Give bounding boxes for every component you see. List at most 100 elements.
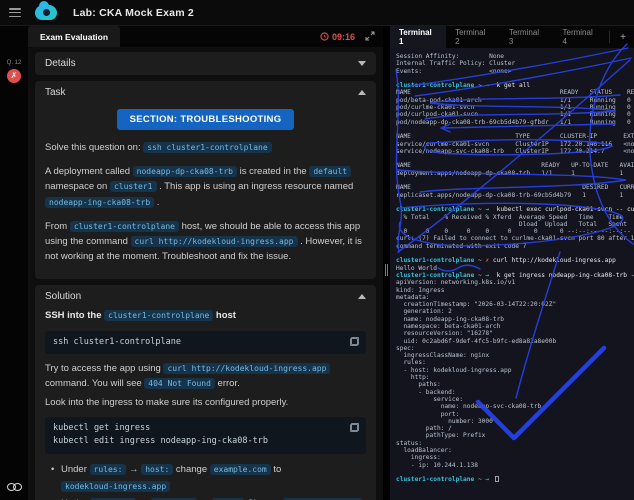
tab-separator <box>609 31 610 43</box>
chevron-down-icon[interactable] <box>358 61 366 66</box>
terminal-line <box>396 469 634 476</box>
tab-terminal-4[interactable]: Terminal 4 <box>554 26 608 48</box>
terminal-line <box>396 126 634 133</box>
task-card: Task SECTION: TROUBLESHOOTING Solve this… <box>35 81 376 279</box>
solution-card: Solution SSH into the cluster1-controlpl… <box>35 285 376 500</box>
terminal-line: Dload Upload Total Spent Left Speed <box>396 221 634 228</box>
tab-exam-evaluation[interactable]: Exam Evaluation <box>28 26 120 47</box>
section-troubleshooting-button[interactable]: SECTION: TROUBLESHOOTING <box>117 109 295 130</box>
terminal-output[interactable]: Session Affinity: NoneInternal Traffic P… <box>390 48 634 500</box>
terminal-line: % Total % Received % Xferd Average Speed… <box>396 214 634 221</box>
terminal-line: ingress: <box>396 454 634 461</box>
terminal-line: NAME TYPE CLUSTER-IP EXTERNAL-IP PO <box>396 133 634 140</box>
solution-bullet: Under backend: → service: → name: Change… <box>51 495 366 500</box>
divider-handle-icon <box>384 262 389 278</box>
terminal-line: pod/nodeapp-dp-cka08-trb-69cb5d4b79-gfbd… <box>396 119 634 126</box>
solution-paragraph: Look into the ingress to make sure its c… <box>45 395 366 410</box>
terminal-line: name: nodeapp-svc-cka08-trb <box>396 403 634 410</box>
terminal-line: service/nodeapp-svc-cka08-trb ClusterIP … <box>396 148 634 155</box>
terminal-line: command terminated with exit code 7 <box>396 243 634 250</box>
timer-value: 09:16 <box>332 32 355 42</box>
task-paragraph: Solve this question on: ssh cluster1-con… <box>45 140 366 155</box>
task-header[interactable]: Task <box>45 87 366 98</box>
terminal-line: curl: (7) Failed to connect to curlme-ck… <box>396 235 634 242</box>
details-top-header[interactable]: Details <box>45 58 366 69</box>
terminal-line: path: / <box>396 425 634 432</box>
terminal-line: resourceVersion: "16278" <box>396 330 634 337</box>
terminal-line: Internal Traffic Policy: Cluster <box>396 60 634 67</box>
terminal-line: NAME READY STATUS RESTARTS AGE <box>396 89 634 96</box>
terminal-line: - backend: <box>396 389 634 396</box>
terminal-line: uid: 0c2abd6f-9def-4fc5-b9fc-ed8a82a8e00… <box>396 338 634 345</box>
terminal-panel: Terminal 1 Terminal 2 Terminal 3 Termina… <box>390 26 634 500</box>
details-top-card: Details <box>35 52 376 75</box>
terminal-line: NAME READY UP-TO-DATE AVAILABLE AGE <box>396 162 634 169</box>
terminal-line: pod/curlme-cka01-svcn 1/1 Running 0 94m <box>396 104 634 111</box>
terminal-tab-bar: Terminal 1 Terminal 2 Terminal 3 Termina… <box>390 26 634 48</box>
tab-terminal-2[interactable]: Terminal 2 <box>446 26 500 48</box>
solution-header[interactable]: Solution <box>45 291 366 302</box>
terminal-line: port: <box>396 411 634 418</box>
terminal-line <box>396 177 634 184</box>
terminal-line: spec: <box>396 345 634 352</box>
page-title: Lab: CKA Mock Exam 2 <box>73 7 194 19</box>
chevron-up-icon[interactable] <box>358 294 366 299</box>
terminal-line: replicaset.apps/nodeapp-dp-cka08-trb-69c… <box>396 192 634 199</box>
menu-icon[interactable] <box>9 8 21 17</box>
terminal-line: Hello World <box>396 265 634 272</box>
terminal-line: loadBalancer: <box>396 447 634 454</box>
terminal-line: paths: <box>396 381 634 388</box>
link-icon[interactable] <box>7 483 23 492</box>
tab-terminal-3[interactable]: Terminal 3 <box>500 26 554 48</box>
terminal-line: - ip: 10.244.1.138 <box>396 462 634 469</box>
terminal-line: deployment.apps/nodeapp-dp-cka08-trb 1/1… <box>396 170 634 177</box>
terminal-line <box>396 199 634 206</box>
terminal-line: - host: kodekloud-ingress.app <box>396 367 634 374</box>
solution-paragraph: Try to access the app using curl http://… <box>45 361 366 391</box>
expand-icon[interactable] <box>365 28 375 46</box>
new-terminal-button[interactable]: + <box>612 26 634 48</box>
terminal-line: Session Affinity: None <box>396 53 634 60</box>
question-rail: Q. 12 ✗ <box>0 26 28 500</box>
kodekloud-logo-icon <box>35 5 57 20</box>
task-title: Task <box>45 87 66 98</box>
terminal-line: ingressClassName: nginx <box>396 352 634 359</box>
chevron-up-icon[interactable] <box>358 90 366 95</box>
exam-tab-bar: Exam Evaluation 09:16 <box>28 26 383 47</box>
copy-icon[interactable] <box>350 337 359 346</box>
question-failed-badge[interactable]: ✗ <box>7 69 21 83</box>
terminal-line: generation: 2 <box>396 308 634 315</box>
exam-panel: Exam Evaluation 09:16 Details <box>28 26 383 500</box>
terminal-line: cluster1-controlplane ~ ✗ curl http://ko… <box>396 257 634 264</box>
clock-icon <box>320 32 329 41</box>
terminal-line <box>396 75 634 82</box>
solution-bullets: Under rules: → host: change example.com … <box>51 461 366 500</box>
terminal-line: service: <box>396 396 634 403</box>
terminal-line: name: nodeapp-ing-cka08-trb <box>396 316 634 323</box>
terminal-line: number: 3000 <box>396 418 634 425</box>
terminal-line <box>396 155 634 162</box>
code-block-ssh: ssh cluster1-controlplane <box>45 331 366 354</box>
terminal-line: Events: <none> <box>396 68 634 75</box>
terminal-line <box>396 250 634 257</box>
terminal-line: http: <box>396 374 634 381</box>
tab-terminal-1[interactable]: Terminal 1 <box>390 26 446 48</box>
task-paragraph: A deployment called nodeapp-dp-cka08-trb… <box>45 164 366 210</box>
panel-resize-divider[interactable] <box>383 26 390 500</box>
terminal-line: namespace: beta-cka01-arch <box>396 323 634 330</box>
terminal-line: creationTimestamp: "2026-03-14T22:20:02Z… <box>396 301 634 308</box>
solution-bullet: Under rules: → host: change example.com … <box>51 461 366 495</box>
terminal-line: apiVersion: networking.k8s.io/v1 <box>396 279 634 286</box>
terminal-line: cluster1-controlplane ~ → k get all <box>396 82 634 89</box>
terminal-line: NAME DESIRED CURRENT READY <box>396 184 634 191</box>
terminal-line: pod/beta-pod-cka01-arch 1/1 Running 0 94… <box>396 97 634 104</box>
copy-icon[interactable] <box>350 423 359 432</box>
terminal-line: status: <box>396 440 634 447</box>
exam-content: Details Task SECTION: TROUBLESHOOTING So… <box>28 47 383 500</box>
terminal-line: cluster1-controlplane ~ → <box>396 476 634 483</box>
exam-timer: 09:16 <box>320 32 355 42</box>
question-number-label: Q. 12 <box>0 60 28 66</box>
details-top-title: Details <box>45 58 76 69</box>
task-paragraph: From cluster1-controlplane host, we shou… <box>45 219 366 265</box>
terminal-line: metadata: <box>396 294 634 301</box>
